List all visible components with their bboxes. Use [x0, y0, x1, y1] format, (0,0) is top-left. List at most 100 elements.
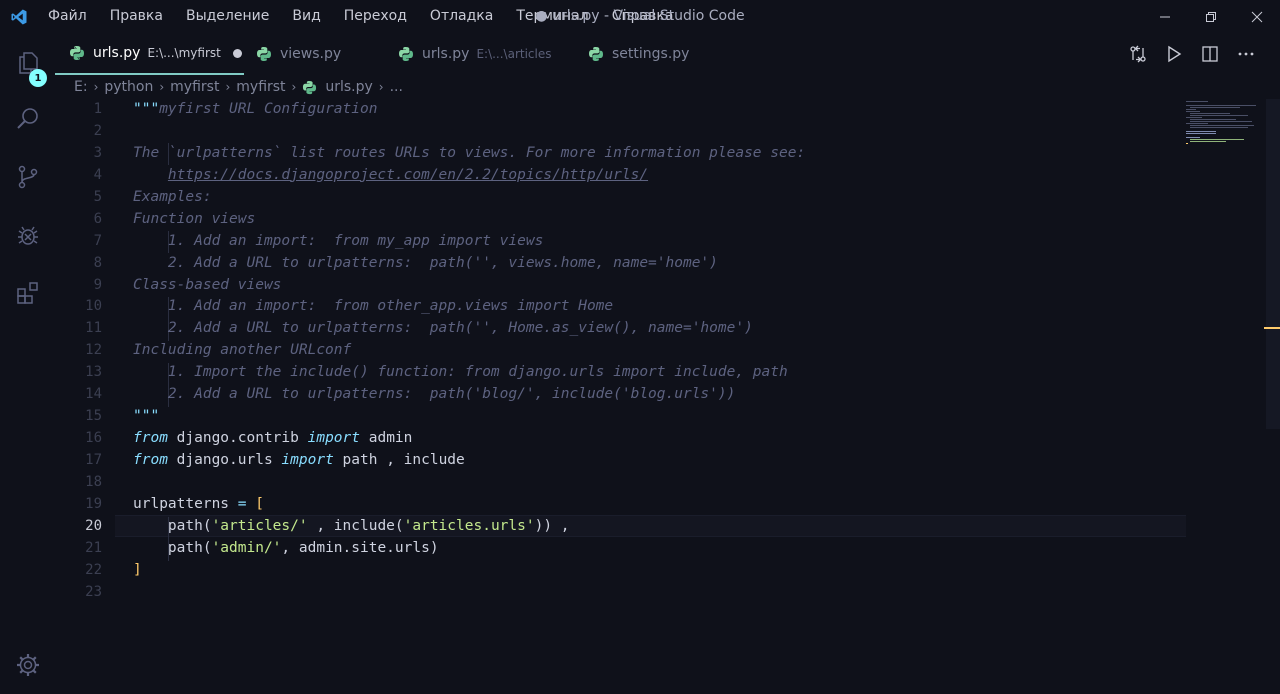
minimize-button[interactable] [1142, 0, 1188, 33]
code-line: Class-based views [133, 275, 1193, 297]
restore-button[interactable] [1188, 0, 1234, 33]
bracket: [ [255, 495, 264, 512]
extensions-button[interactable] [0, 269, 55, 317]
breadcrumb-symbols[interactable]: ... [390, 79, 403, 95]
tab-label: urls.py [93, 45, 141, 61]
title-bar: Файл Правка Выделение Вид Переход Отладк… [0, 0, 1280, 33]
minimize-icon [1160, 16, 1170, 17]
line-number: 3 [93, 144, 102, 161]
search-button[interactable] [0, 95, 55, 143]
activity-bar: 1 [0, 33, 55, 694]
split-editor-icon [1202, 46, 1218, 62]
line-number-current: 20 [85, 517, 102, 534]
tab-settings[interactable]: settings.py [576, 33, 736, 75]
tab-label: views.py [280, 46, 342, 62]
tab-views[interactable]: views.py [244, 33, 386, 75]
scrollbar[interactable] [1266, 99, 1280, 429]
restore-icon [1206, 11, 1216, 22]
docstring-text: Function views [133, 210, 256, 227]
menu-edit[interactable]: Правка [99, 0, 175, 33]
menu-selection[interactable]: Выделение [175, 0, 281, 33]
more-actions-button[interactable] [1228, 33, 1264, 75]
docstring-text: 1. Add an import: from my_app import vie… [133, 232, 544, 249]
editor-tabs: urls.py E:\...\myfirst views.py urls.py … [55, 33, 1280, 75]
docstring-text: Including another URLconf [133, 342, 352, 359]
unsaved-dot-icon[interactable] [232, 48, 242, 58]
breadcrumb-myfirst[interactable]: myfirst [170, 79, 219, 95]
code-line: 2. Add a URL to urlpatterns: path('blog/… [133, 384, 1193, 406]
manage-button[interactable] [0, 641, 55, 689]
code-line: 2. Add a URL to urlpatterns: path('', vi… [133, 253, 1193, 275]
code-line: Examples: [133, 187, 1193, 209]
code-line: https://docs.djangoproject.com/en/2.2/to… [133, 165, 1193, 187]
docstring-text: Class-based views [133, 276, 282, 293]
python-file-icon [589, 47, 603, 61]
menu-debug[interactable]: Отладка [419, 0, 505, 33]
extensions-icon [16, 282, 38, 304]
line-number-gutter: 1 2 3 4 5 6 7 8 9 10 11 12 13 14 15 16 1… [55, 99, 115, 604]
chevron-right-icon: › [378, 80, 384, 94]
line-number: 22 [85, 561, 102, 578]
code-line: ] [133, 560, 1193, 582]
python-file-icon [70, 46, 84, 60]
code-line: 1. Add an import: from other_app.views i… [133, 296, 1193, 318]
docstring-link[interactable]: https://docs.djangoproject.com/en/2.2/to… [168, 167, 648, 183]
explorer-button[interactable]: 1 [0, 39, 55, 87]
tab-label: settings.py [612, 46, 690, 62]
line-number: 4 [93, 166, 102, 183]
code-editor[interactable]: 1 2 3 4 5 6 7 8 9 10 11 12 13 14 15 16 1… [55, 99, 1280, 694]
string-literal: 'admin/' [211, 539, 282, 556]
import-name: path , include [333, 452, 465, 468]
line-number: 19 [85, 495, 102, 512]
docstring-text: 1. Import the include() function: from d… [133, 364, 788, 381]
line-number: 16 [85, 430, 102, 447]
code-line: 1. Add an import: from my_app import vie… [133, 231, 1193, 253]
line-number: 15 [85, 408, 102, 425]
docstring-text: 2. Add a URL to urlpatterns: path('blog/… [133, 386, 736, 403]
tab-urls-articles[interactable]: urls.py E:\...\articles [386, 33, 576, 75]
module-name: django.urls [167, 452, 282, 468]
gear-icon [16, 654, 39, 676]
docstring-quote: """ [133, 408, 160, 425]
window-title: ● urls.py - Visual Studio Code [535, 8, 745, 24]
source-control-button[interactable] [0, 153, 55, 201]
split-editor-button[interactable] [1192, 33, 1228, 75]
chevron-right-icon: › [225, 80, 231, 94]
breadcrumb: E: › python › myfirst › myfirst › urls.p… [55, 75, 1280, 99]
tab-urls-myfirst[interactable]: urls.py E:\...\myfirst [55, 33, 244, 75]
tab-description: E:\...\myfirst [147, 46, 221, 60]
keyword-from: from [133, 452, 168, 468]
breadcrumb-python[interactable]: python [104, 79, 153, 95]
minimap[interactable] [1186, 99, 1266, 169]
scroll-position-marker [1264, 327, 1280, 329]
breadcrumb-file[interactable]: urls.py [325, 79, 372, 95]
chevron-right-icon: › [159, 80, 165, 94]
breadcrumb-drive[interactable]: E: [74, 79, 88, 95]
menu-go[interactable]: Переход [333, 0, 419, 33]
menu-view[interactable]: Вид [281, 0, 332, 33]
chevron-right-icon: › [93, 80, 99, 94]
breadcrumb-myfirst-inner[interactable]: myfirst [236, 79, 285, 95]
keyword-import: import [307, 430, 360, 447]
code-line: 2. Add a URL to urlpatterns: path('', Ho… [133, 318, 1193, 340]
string-literal: 'articles/' [211, 517, 308, 534]
line-number: 11 [85, 320, 102, 337]
function-call: path( [133, 517, 212, 534]
open-changes-button[interactable] [1120, 33, 1156, 75]
debug-button[interactable] [0, 211, 55, 259]
window-controls [1142, 0, 1280, 33]
line-number: 21 [85, 539, 102, 556]
code-area[interactable]: """myfirst URL Configuration The `urlpat… [133, 99, 1193, 604]
keyword-from: from [133, 430, 168, 447]
close-button[interactable] [1234, 0, 1280, 33]
code-line: Function views [133, 209, 1193, 231]
menu-file[interactable]: Файл [37, 0, 99, 33]
badge-count: 1 [34, 72, 42, 84]
line-number: 6 [93, 210, 102, 227]
source-control-icon [18, 165, 37, 189]
close-icon [1251, 11, 1263, 22]
docstring-text: myfirst URL Configuration [159, 101, 378, 117]
run-button[interactable] [1156, 33, 1192, 75]
